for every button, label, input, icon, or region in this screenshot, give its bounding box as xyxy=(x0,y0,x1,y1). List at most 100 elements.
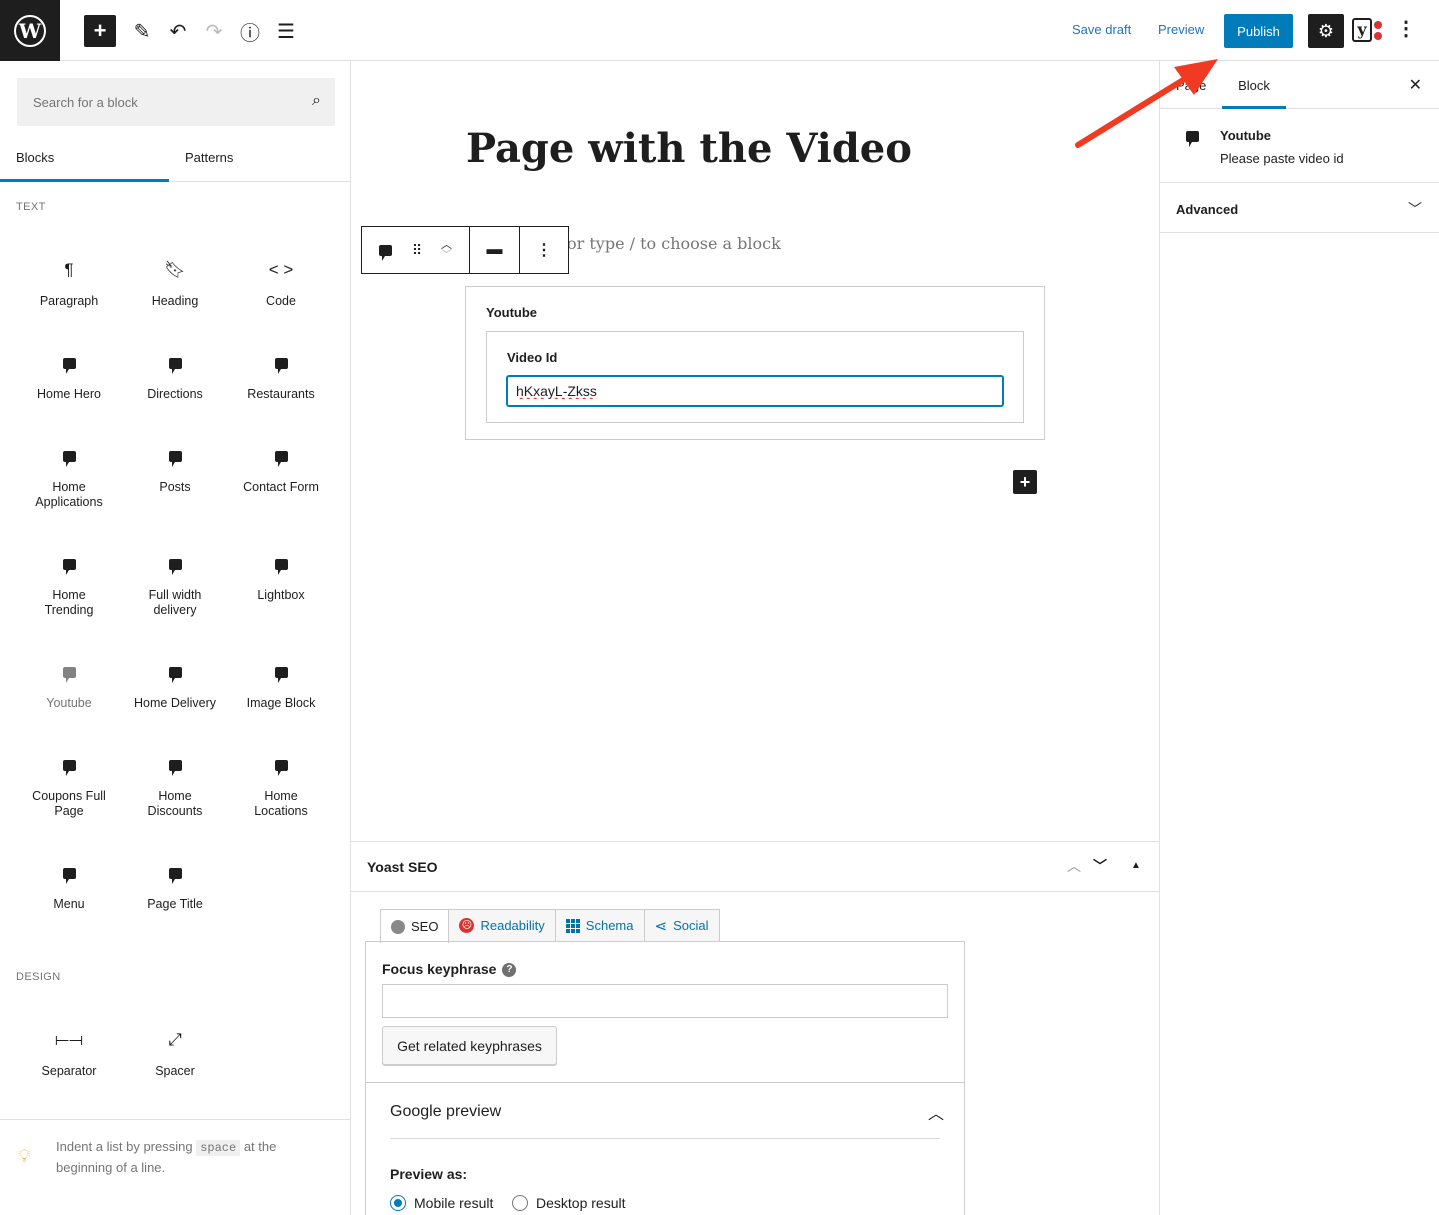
block-item-page-title[interactable]: Page Title xyxy=(125,861,225,912)
paragraph-icon: ¶ xyxy=(64,260,74,279)
block-item-home-trending[interactable]: Home Trending xyxy=(19,552,119,618)
speech-bubble-icon xyxy=(125,351,225,375)
block-search-input[interactable] xyxy=(17,78,297,126)
help-icon[interactable]: ? xyxy=(502,963,517,978)
youtube-block[interactable]: Youtube Video Id xyxy=(465,286,1045,440)
preview-button[interactable]: Preview xyxy=(1158,22,1204,37)
block-item-home-locations[interactable]: Home Locations xyxy=(231,753,331,819)
block-item-contact-form[interactable]: Contact Form xyxy=(231,444,331,495)
speech-bubble-icon xyxy=(378,244,392,261)
undo-icon[interactable]: ↶ xyxy=(162,15,194,47)
block-item-youtube[interactable]: Youtube xyxy=(19,660,119,711)
lightbulb-icon: 💡︎ xyxy=(18,1146,31,1166)
tab-readability[interactable]: ☹ Readability xyxy=(448,909,556,941)
speech-bubble-icon xyxy=(1186,131,1199,147)
list-view-icon[interactable]: ☰ xyxy=(270,15,302,47)
grid-icon xyxy=(565,918,580,933)
desktop-result-radio[interactable]: Desktop result xyxy=(512,1195,625,1211)
block-options-button[interactable]: ⋮ xyxy=(520,227,568,273)
focus-keyphrase-input[interactable] xyxy=(382,984,948,1018)
speech-bubble-icon xyxy=(19,861,119,885)
yoast-header: Yoast SEO ︿ ﹀ ▲ xyxy=(351,842,1159,892)
speech-bubble-icon xyxy=(125,753,225,777)
video-id-field-wrapper: Video Id xyxy=(486,331,1024,423)
speech-bubble-icon xyxy=(231,660,331,684)
speech-bubble-icon xyxy=(231,351,331,375)
move-up-down-button[interactable]: ︿ ﹀ xyxy=(424,227,470,273)
add-block-button[interactable]: + xyxy=(84,15,116,47)
add-block-inline-button[interactable]: + xyxy=(1013,470,1037,494)
speech-bubble-icon xyxy=(231,444,331,468)
block-item-heading[interactable]: 🔖︎ Heading xyxy=(125,258,225,309)
align-button[interactable]: ▬ xyxy=(470,227,520,273)
speech-bubble-icon xyxy=(19,444,119,468)
collapse-triangle-icon[interactable]: ▲ xyxy=(1131,860,1141,871)
publish-button[interactable]: Publish xyxy=(1224,14,1293,48)
block-search: ⌕ xyxy=(17,78,335,126)
block-item-home-discounts[interactable]: Home Discounts xyxy=(125,753,225,819)
block-item-separator[interactable]: ⟝⟞ Separator xyxy=(19,1028,119,1079)
tab-block[interactable]: Block xyxy=(1222,61,1286,109)
block-item-posts[interactable]: Posts xyxy=(125,444,225,495)
save-draft-button[interactable]: Save draft xyxy=(1072,22,1131,37)
block-placeholder[interactable]: or type / to choose a block xyxy=(567,234,781,253)
block-item-spacer[interactable]: ⤢ Spacer xyxy=(125,1028,225,1079)
chevron-up-icon[interactable]: ︿ xyxy=(1067,856,1081,876)
get-related-keyphrases-button[interactable]: Get related keyphrases xyxy=(382,1026,557,1065)
close-icon[interactable]: ✕ xyxy=(1409,75,1422,95)
category-text: TEXT xyxy=(16,201,46,213)
gear-icon[interactable]: ⚙ xyxy=(1308,14,1344,48)
mobile-result-radio[interactable]: Mobile result xyxy=(390,1195,493,1211)
seo-score-icon xyxy=(391,919,405,934)
block-item-home-delivery[interactable]: Home Delivery xyxy=(125,660,225,711)
kebab-icon[interactable]: ⋮ xyxy=(1394,16,1418,46)
pencil-icon[interactable]: ✎ xyxy=(126,15,158,47)
settings-sidebar: Page Block ✕ Youtube Please paste video … xyxy=(1159,61,1439,1215)
tab-social[interactable]: ⋖ Social xyxy=(643,909,720,941)
page-title[interactable]: Page with the Video xyxy=(466,125,912,172)
advanced-panel-toggle[interactable]: Advanced ﹀ xyxy=(1160,183,1439,233)
divider xyxy=(390,1138,940,1139)
block-item-coupons-full-page[interactable]: Coupons Full Page xyxy=(19,753,119,819)
tab-page[interactable]: Page xyxy=(1176,61,1206,109)
sad-face-icon: ☹ xyxy=(459,918,475,933)
block-item-home-applications[interactable]: Home Applications xyxy=(19,444,119,510)
block-item-menu[interactable]: Menu xyxy=(19,861,119,912)
info-icon[interactable]: ⓘ xyxy=(234,15,266,47)
radio-unchecked[interactable] xyxy=(512,1195,528,1211)
block-card-description: Please paste video id xyxy=(1220,151,1344,166)
tip-key: space xyxy=(196,1140,241,1156)
tab-seo[interactable]: SEO xyxy=(380,909,450,943)
preview-as-label: Preview as: xyxy=(390,1166,468,1182)
tab-schema[interactable]: Schema xyxy=(554,909,645,941)
tab-patterns[interactable]: Patterns xyxy=(169,133,338,182)
radio-checked[interactable] xyxy=(390,1195,406,1211)
tab-blocks[interactable]: Blocks xyxy=(0,133,169,182)
block-item-lightbox[interactable]: Lightbox xyxy=(231,552,331,603)
redo-icon[interactable]: ↷ xyxy=(198,15,230,47)
yoast-icon[interactable]: y xyxy=(1352,18,1386,44)
block-item-restaurants[interactable]: Restaurants xyxy=(231,351,331,402)
yoast-seo-panel: Focus keyphrase? Get related keyphrases … xyxy=(365,941,965,1215)
separator-icon: ⟝⟞ xyxy=(54,1030,84,1049)
block-type-button[interactable] xyxy=(362,227,408,273)
speech-bubble-icon xyxy=(19,351,119,375)
block-item-directions[interactable]: Directions xyxy=(125,351,225,402)
speech-bubble-icon xyxy=(125,660,225,684)
chevron-down-icon[interactable]: ﹀ xyxy=(441,250,452,261)
align-icon: ▬ xyxy=(486,241,503,258)
google-preview-title[interactable]: Google preview xyxy=(390,1103,501,1121)
block-item-full-width-delivery[interactable]: Full width delivery xyxy=(125,552,225,618)
chevron-down-icon: ﹀ xyxy=(1408,201,1422,217)
drag-handle-icon[interactable]: ⠿ xyxy=(408,227,424,273)
inserter-tabs: Blocks Patterns xyxy=(0,133,350,182)
block-item-paragraph[interactable]: ¶ Paragraph xyxy=(19,258,119,309)
chevron-up-icon[interactable]: ︿ xyxy=(928,1100,944,1124)
search-icon: ⌕ xyxy=(312,92,321,109)
wordpress-logo-icon[interactable]: W xyxy=(0,0,60,61)
chevron-down-icon[interactable]: ﹀ xyxy=(1093,856,1107,876)
block-item-code[interactable]: < > Code xyxy=(231,258,331,309)
block-item-image-block[interactable]: Image Block xyxy=(231,660,331,711)
video-id-input[interactable] xyxy=(507,376,1003,406)
block-item-home-hero[interactable]: Home Hero xyxy=(19,351,119,402)
